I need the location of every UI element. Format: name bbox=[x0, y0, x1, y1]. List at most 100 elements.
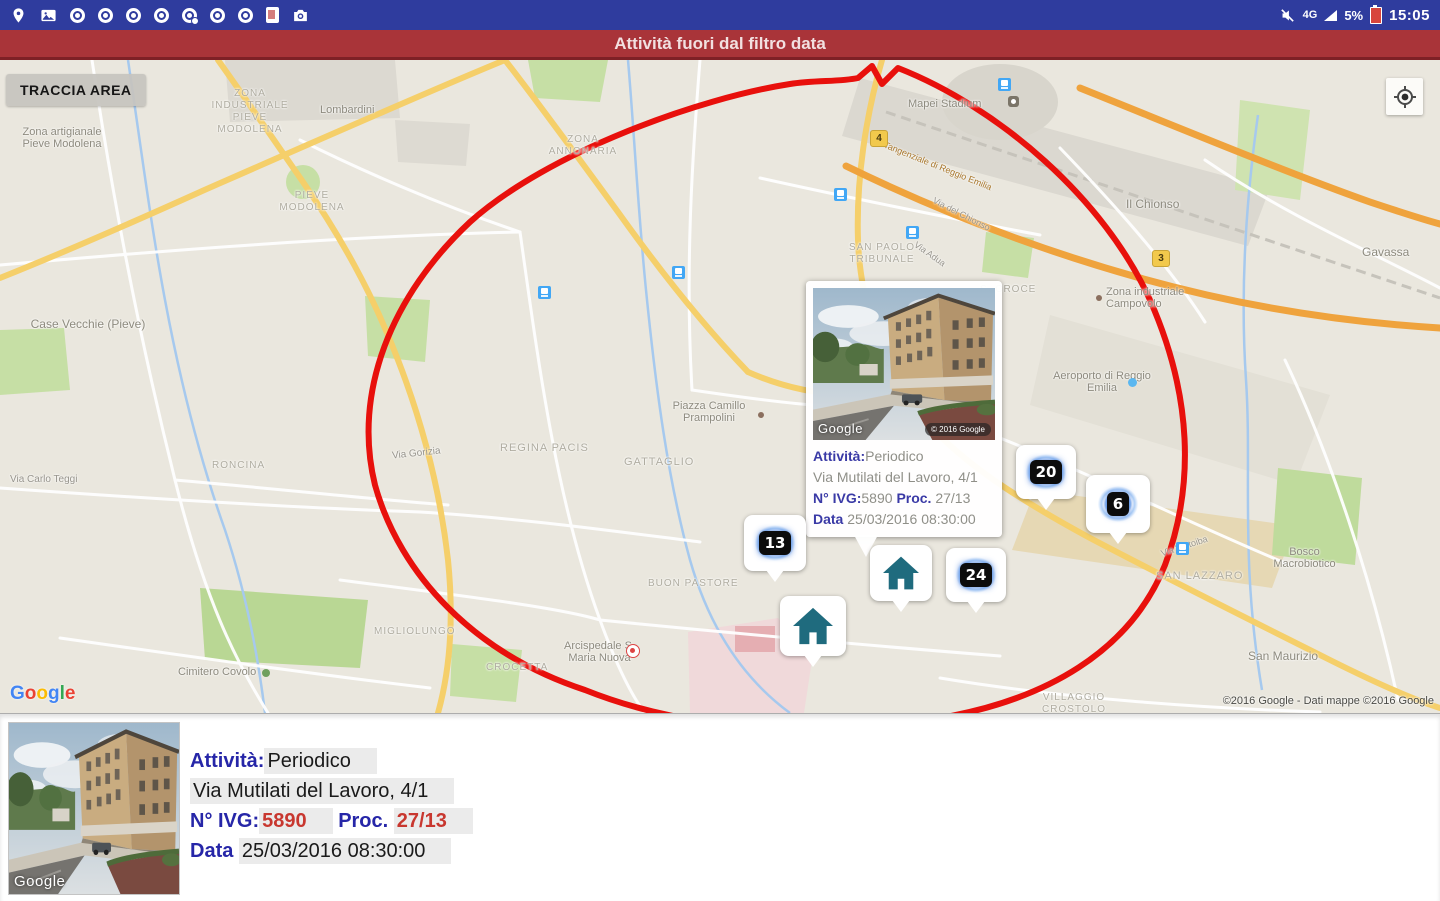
house-icon bbox=[791, 606, 835, 646]
map-label-villaggio: VILLAGGIO CROSTOLO bbox=[1034, 692, 1114, 713]
transit-stop-icon bbox=[906, 226, 919, 239]
airport-dot-icon bbox=[1128, 378, 1137, 387]
detail-text: Attività:Periodico Via Mutilati del Lavo… bbox=[190, 746, 473, 866]
stadium-icon bbox=[1008, 96, 1019, 107]
activity-label: Attività: bbox=[190, 750, 264, 772]
info-address-row: Via Mutilati del Lavoro, 4/1 bbox=[813, 467, 995, 488]
notification-circle-icon bbox=[210, 8, 225, 23]
page-title: Attività fuori dal filtro data bbox=[614, 34, 826, 54]
map-label-gavassa: Gavassa bbox=[1362, 246, 1409, 258]
info-ivg-row: N° IVG:5890 Proc. 27/13 bbox=[813, 488, 995, 509]
date-label: Data bbox=[813, 511, 843, 527]
map-canvas[interactable] bbox=[0, 60, 1440, 713]
document-notification-icon bbox=[266, 7, 279, 23]
google-maps-logo[interactable]: Google bbox=[10, 683, 75, 705]
marker-glow: 24 bbox=[950, 552, 1002, 598]
route-shield: 4 bbox=[870, 130, 888, 147]
hospital-dot-center bbox=[630, 648, 635, 653]
marker-number: 20 bbox=[1030, 460, 1063, 484]
ivg-label: N° IVG: bbox=[190, 810, 259, 832]
logo-letter: e bbox=[65, 683, 76, 704]
house-icon bbox=[881, 555, 921, 591]
camera-icon bbox=[292, 7, 309, 24]
map-marker-13[interactable]: 13 bbox=[744, 515, 806, 571]
marker-number: 6 bbox=[1107, 492, 1129, 516]
map-label-case-vecchie: Case Vecchie (Pieve) bbox=[28, 318, 148, 330]
info-activity-row: Attività:Periodico bbox=[813, 446, 995, 467]
detail-thumbnail[interactable]: Google bbox=[8, 722, 180, 895]
detail-activity-row: Attività:Periodico bbox=[190, 746, 473, 776]
streetview-photo: Google © 2016 Google bbox=[813, 288, 995, 440]
network-type-indicator: 4G bbox=[1303, 10, 1318, 20]
map-label-gattaglio: GATTAGLIO bbox=[624, 456, 694, 468]
streetview-thumbnail-image bbox=[9, 723, 179, 894]
route-shield: 3 bbox=[1152, 250, 1170, 267]
map-label-aeroporto: Aeroporto di Reggio Emilia bbox=[1052, 370, 1152, 394]
info-window-text: Attività:Periodico Via Mutilati del Lavo… bbox=[813, 440, 995, 530]
map-label-il-chionso: Il Chionso bbox=[1126, 198, 1179, 210]
map-label-mapei-stadium: Mapei Stadium bbox=[908, 98, 981, 110]
google-watermark: Google bbox=[14, 873, 65, 890]
map-label-zona-annonaria: ZONA ANNONARIA bbox=[548, 134, 618, 158]
activity-label: Attività: bbox=[813, 448, 865, 464]
date-value: 25/03/2016 08:30:00 bbox=[239, 838, 452, 864]
map-label-pieve-modolena: PIEVE MODOLENA bbox=[272, 190, 352, 214]
map-marker-24[interactable]: 24 bbox=[946, 548, 1006, 602]
clock: 15:05 bbox=[1389, 7, 1430, 24]
notification-circle-icon bbox=[70, 8, 85, 23]
location-pin-icon bbox=[10, 7, 27, 24]
notification-circle-badge-icon bbox=[182, 8, 197, 23]
map-label-crocetta: CROCETTA bbox=[486, 662, 548, 674]
map-info-window[interactable]: Google © 2016 Google Attività:Periodico … bbox=[806, 281, 1002, 537]
map-label-cimitero: Cimitero Covolo bbox=[178, 666, 256, 678]
marker-number: 24 bbox=[960, 563, 993, 587]
photo-copyright-badge: © 2016 Google bbox=[925, 423, 991, 436]
logo-letter: G bbox=[10, 683, 25, 704]
logo-letter: g bbox=[48, 683, 60, 704]
marker-number: 13 bbox=[759, 531, 792, 555]
proc-label: Proc. bbox=[338, 810, 388, 832]
detail-ivg-row: N° IVG:5890 Proc. 27/13 bbox=[190, 806, 473, 836]
trace-area-button[interactable]: TRACCIA AREA bbox=[6, 74, 146, 106]
map-marker-6[interactable]: 6 bbox=[1086, 475, 1150, 533]
google-watermark: Google bbox=[818, 421, 863, 436]
status-bar: 4G 5% 15:05 bbox=[0, 0, 1440, 30]
proc-value: 27/13 bbox=[935, 490, 970, 506]
battery-percent: 5% bbox=[1344, 8, 1363, 23]
map-marker-20[interactable]: 20 bbox=[1016, 445, 1076, 499]
map-label-buon-pastore: BUON PASTORE bbox=[648, 578, 739, 590]
map-label-san-paolo: SAN PAOLO TRIBUNALE bbox=[842, 242, 922, 266]
info-date-row: Data 25/03/2016 08:30:00 bbox=[813, 509, 995, 530]
notification-circle-icon bbox=[154, 8, 169, 23]
marker-glow: 20 bbox=[1020, 449, 1072, 495]
transit-stop-icon bbox=[672, 266, 685, 279]
detail-date-row: Data 25/03/2016 08:30:00 bbox=[190, 836, 473, 866]
proc-label: Proc. bbox=[896, 490, 931, 506]
ivg-label: N° IVG: bbox=[813, 490, 861, 506]
map-label-prampolini: Piazza Camillo Prampolini bbox=[664, 400, 754, 424]
date-value: 25/03/2016 08:30:00 bbox=[847, 511, 975, 527]
marker-glow: 6 bbox=[1092, 481, 1144, 527]
map-container[interactable]: Zona artigianale Pieve Modolena Lombardi… bbox=[0, 60, 1440, 713]
map-label-migliolungo: MIGLIOLUNGO bbox=[374, 626, 456, 638]
activity-value: Periodico bbox=[865, 448, 923, 464]
ivg-value: 5890 bbox=[861, 490, 892, 506]
transit-stop-icon bbox=[538, 286, 551, 299]
marker-glow: 13 bbox=[749, 520, 801, 566]
notification-circle-icon bbox=[238, 8, 253, 23]
map-label-zona-industriale-pieve: ZONA INDUSTRIALE PIEVE MODOLENA bbox=[205, 88, 295, 136]
map-label-lombardini: Lombardini bbox=[320, 104, 374, 116]
logo-letter: o bbox=[36, 683, 48, 704]
detail-panel[interactable]: Google Attività:Periodico Via Mutilati d… bbox=[0, 713, 1440, 901]
map-label-campovolo: Zona industriale Campovolo bbox=[1106, 286, 1216, 310]
my-location-button[interactable] bbox=[1386, 78, 1423, 115]
map-copyright: ©2016 Google - Dati mappe ©2016 Google bbox=[1223, 695, 1434, 707]
mute-icon bbox=[1279, 7, 1296, 24]
transit-stop-icon bbox=[998, 78, 1011, 91]
proc-value: 27/13 bbox=[394, 808, 473, 834]
map-marker-house[interactable] bbox=[870, 545, 932, 601]
battery-icon bbox=[1370, 7, 1382, 24]
map-label-bosco: Bosco Macrobiotico bbox=[1262, 546, 1347, 570]
gallery-icon bbox=[40, 7, 57, 24]
map-marker-house[interactable] bbox=[780, 596, 846, 656]
